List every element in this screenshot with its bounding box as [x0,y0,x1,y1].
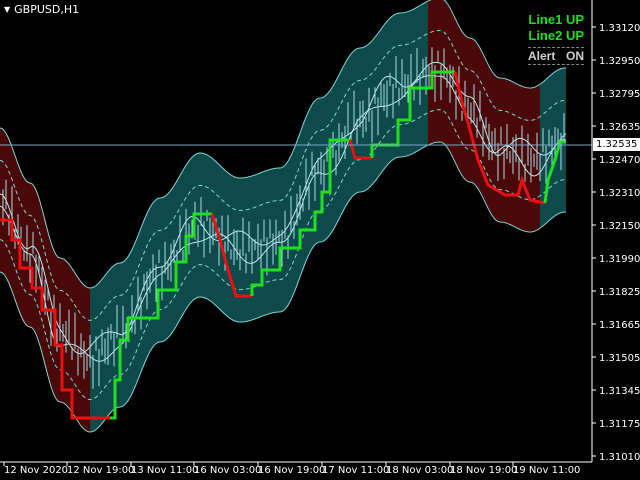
price-tick-label: 1.32310 [599,188,640,199]
price-tick-label: 1.31345 [599,386,640,397]
time-tick-label: 17 Nov 11:00 [322,465,389,476]
channel-band-down [428,0,540,232]
price-axis: 1.33120 1.32950 1.32795 1.32635 1.32470 1.323… [592,23,640,463]
alert-toggle[interactable]: Alert ON [528,47,584,65]
price-tick-label: 1.33120 [599,23,640,34]
time-tick-label: 16 Nov 03:00 [194,465,261,476]
price-tick-label: 1.32150 [599,221,640,232]
symbol-label[interactable]: ▼ GBPUSD,H1 [4,3,79,16]
price-tick-label: 1.32635 [599,122,640,133]
time-axis: 12 Nov 202012 Nov 19:0013 Nov 11:0016 No… [3,462,580,476]
line2-status: Line2 UP [528,28,584,43]
current-price-label: 1.32535 [593,138,640,151]
time-tick-label: 16 Nov 19:00 [258,465,325,476]
alert-label: Alert [528,49,556,63]
time-tick-label: 19 Nov 11:00 [513,465,580,476]
dropdown-triangle-icon[interactable]: ▼ [4,5,10,14]
time-tick-label: 13 Nov 11:00 [131,465,198,476]
channel-band-up [90,1,428,432]
time-tick-label: 12 Nov 2020 [4,465,68,476]
line1-status: Line1 UP [528,12,584,27]
symbol-text: GBPUSD,H1 [14,3,80,16]
channel-bands [0,0,567,433]
price-chart[interactable]: 1.33120 1.32950 1.32795 1.32635 1.32470 1.323… [0,0,640,480]
price-tick-label: 1.32950 [599,56,640,67]
price-tick-label: 1.32795 [599,89,640,100]
price-tick-label: 1.32470 [599,155,640,166]
time-tick-label: 18 Nov 19:00 [450,465,517,476]
price-tick-label: 1.31990 [599,254,640,265]
price-tick-label: 1.31825 [599,287,640,298]
indicator-panel: Line1 UP Line2 UP Alert ON [528,12,584,65]
alert-state: ON [566,49,584,63]
time-tick-label: 12 Nov 19:00 [67,465,134,476]
price-tick-label: 1.31665 [599,320,640,331]
price-tick-label: 1.31010 [599,452,640,463]
price-tick-label: 1.31175 [599,419,640,430]
price-tick-label: 1.31505 [599,353,640,364]
time-tick-label: 18 Nov 03:00 [386,465,453,476]
